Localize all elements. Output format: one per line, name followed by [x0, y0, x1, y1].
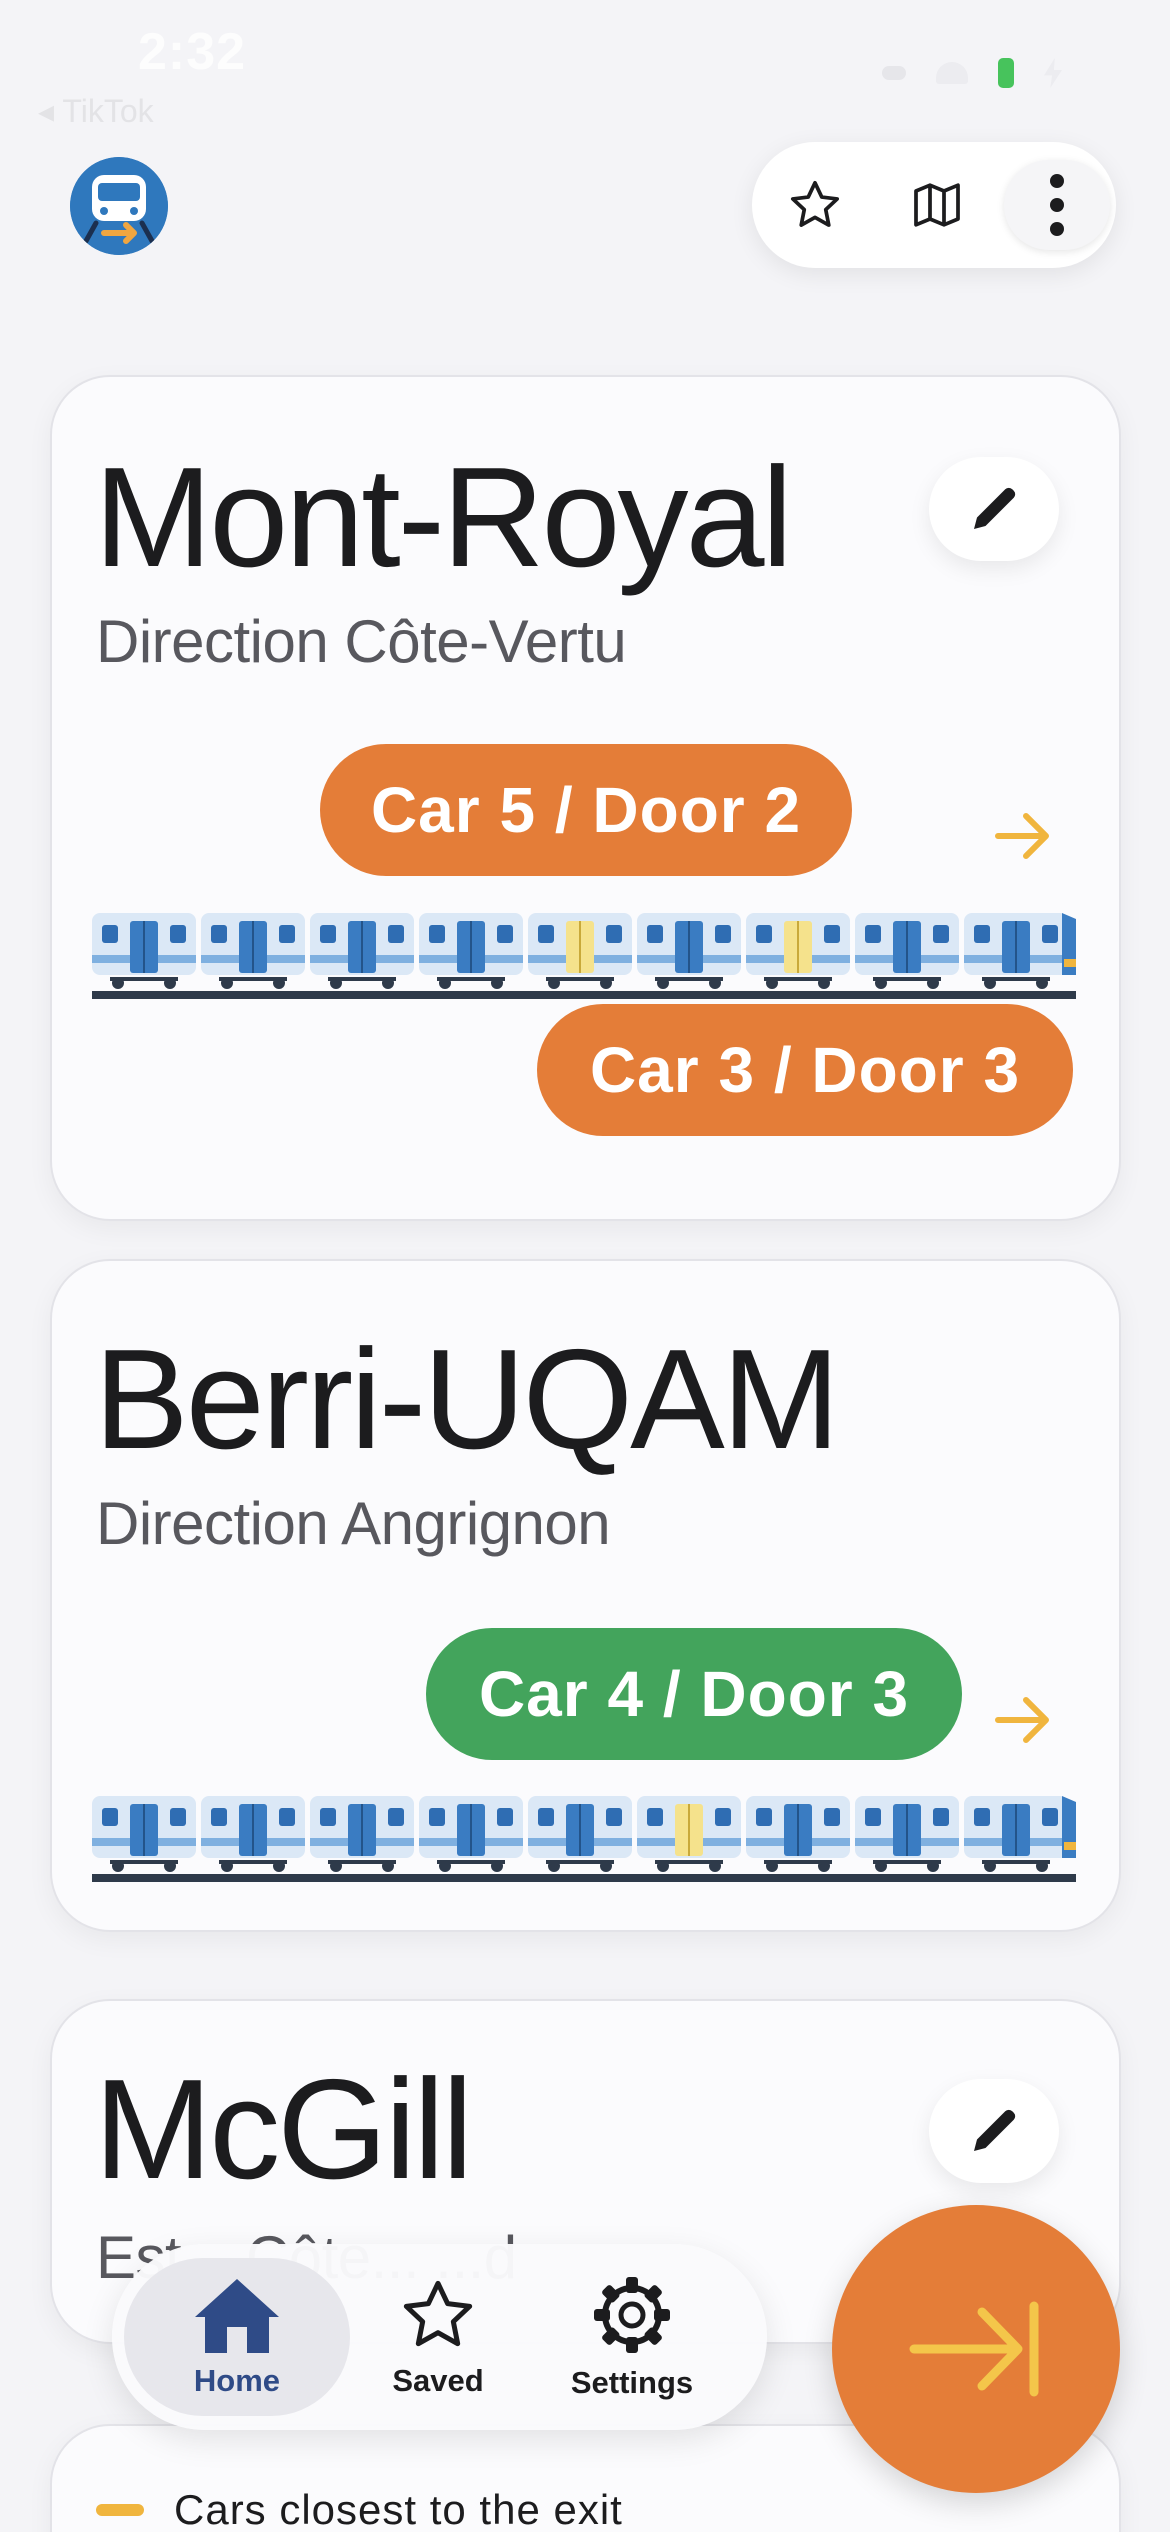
train-car: [964, 1796, 1068, 1872]
exit-fab-button[interactable]: [832, 2205, 1120, 2493]
station-name: Berri-UQAM: [94, 1320, 840, 1479]
car-door-badge: Car 3 / Door 3: [537, 1004, 1073, 1136]
legend-label: Cars closest to the exit: [174, 2486, 623, 2532]
train-car: [419, 913, 523, 989]
star-icon: [403, 2280, 473, 2347]
train-car: [201, 1796, 305, 1872]
home-icon: [195, 2279, 279, 2353]
train-car: [964, 913, 1068, 989]
status-bar: 2:32 ◂ TikTok: [0, 0, 1170, 140]
edit-button[interactable]: [929, 457, 1059, 561]
map-icon: [914, 183, 960, 227]
pencil-icon: [974, 2109, 1016, 2151]
app-logo[interactable]: [70, 157, 168, 255]
nav-home[interactable]: Home: [124, 2258, 350, 2416]
station-name: Mont-Royal: [94, 438, 793, 597]
station-name: McGill: [94, 2050, 473, 2209]
train-car: [855, 913, 959, 989]
map-button[interactable]: [892, 160, 982, 250]
train-diagram: [92, 913, 1076, 999]
bottom-navigation: Home Saved Settings: [112, 2244, 767, 2430]
direction-arrow-icon: [995, 1697, 1049, 1743]
status-icons: [882, 58, 1062, 88]
more-vertical-icon: [1050, 174, 1064, 236]
back-to-app-link[interactable]: ◂ TikTok: [38, 92, 154, 130]
station-direction: Direction Angrignon: [96, 1490, 611, 1557]
status-time: 2:32: [138, 23, 247, 81]
train-car: [92, 913, 196, 989]
exit-marker-swatch: [96, 2504, 144, 2516]
train-car: [637, 1796, 741, 1872]
legend: Cars closest to the exit: [96, 2486, 623, 2532]
nav-home-label: Home: [193, 2363, 281, 2398]
car-door-badge: Car 4 / Door 3: [426, 1628, 962, 1760]
car-door-badge: Car 5 / Door 2: [320, 744, 852, 876]
train-headlight: [1064, 1842, 1076, 1850]
station-direction: Direction Côte-Vertu: [96, 608, 627, 675]
pencil-icon: [974, 487, 1016, 529]
battery-icon: [998, 58, 1014, 88]
edit-button[interactable]: [929, 2079, 1059, 2183]
train-car: [746, 913, 850, 989]
cellular-signal-icon: [882, 66, 906, 80]
metro-train-exit-icon: [70, 157, 168, 255]
train-car: [92, 1796, 196, 1872]
star-outline-icon: [790, 180, 840, 227]
train-car: [528, 913, 632, 989]
train-headlight: [1064, 959, 1076, 967]
wifi-icon: [936, 62, 968, 84]
train-car: [310, 913, 414, 989]
favorite-button[interactable]: [770, 160, 860, 250]
arrow-to-exit-icon: [909, 2301, 1039, 2397]
train-car: [637, 913, 741, 989]
direction-arrow-icon: [995, 813, 1049, 859]
train-car: [201, 913, 305, 989]
station-card[interactable]: Berri-UQAM Direction Angrignon Car 4 / D…: [50, 1259, 1121, 1932]
nav-saved-label: Saved: [392, 2363, 484, 2398]
gear-icon: [594, 2277, 670, 2353]
station-card[interactable]: Mont-Royal Direction Côte-Vertu Car 5 / …: [50, 375, 1121, 1221]
nav-settings-label: Settings: [570, 2365, 694, 2400]
charging-bolt-icon: [1044, 58, 1062, 88]
more-options-button[interactable]: [1004, 160, 1110, 250]
train-car: [855, 1796, 959, 1872]
nav-settings[interactable]: Settings: [552, 2258, 712, 2416]
train-diagram: [92, 1796, 1076, 1882]
track-rail: [92, 991, 1076, 999]
train-car: [419, 1796, 523, 1872]
train-car: [310, 1796, 414, 1872]
train-car: [746, 1796, 850, 1872]
header-toolbar: [752, 142, 1116, 268]
track-rail: [92, 1874, 1076, 1882]
train-car: [528, 1796, 632, 1872]
nav-saved[interactable]: Saved: [368, 2258, 508, 2416]
